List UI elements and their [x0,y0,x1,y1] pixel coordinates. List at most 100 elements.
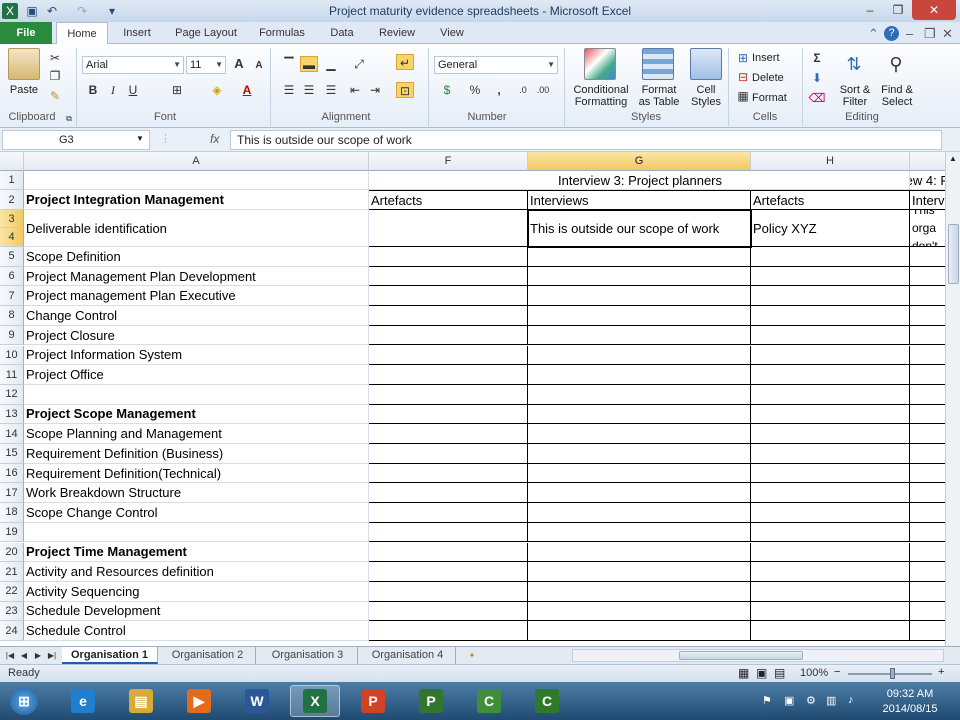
tab-formulas[interactable]: Formulas [252,22,312,44]
column-header-a[interactable]: A [24,152,369,171]
italic-button[interactable]: I [104,82,122,98]
cell[interactable] [751,503,910,523]
cell[interactable] [369,581,528,602]
cell[interactable] [528,266,751,287]
section-heading[interactable]: Project Scope Management [24,404,369,425]
column-header-g[interactable]: G [528,152,751,171]
row-header[interactable]: 18 [0,503,24,523]
cell[interactable] [528,483,751,504]
insert-sheet-icon[interactable]: ✦ [464,649,480,662]
cell[interactable] [528,247,751,267]
minimize-button[interactable]: ‒ [856,0,884,20]
cell[interactable] [910,523,945,543]
cell[interactable] [369,404,528,425]
paste-icon[interactable] [8,48,40,80]
tab-view[interactable]: View [432,22,472,44]
increase-indent-icon[interactable]: ⇥ [366,82,384,98]
number-format-select[interactable]: General ▼ [434,56,558,74]
sort-filter-button[interactable]: Sort & Filter [832,84,878,108]
cut-icon[interactable]: ✂ [46,50,64,66]
cell[interactable] [369,621,528,641]
vertical-scroll-thumb[interactable] [948,224,959,284]
cell[interactable] [751,424,910,444]
row-header[interactable]: 22 [0,581,24,602]
row-header[interactable]: 20 [0,542,24,563]
align-center-icon[interactable]: ☰ [300,82,318,98]
cell[interactable] [528,581,751,602]
column-header-h[interactable]: H [751,152,910,171]
tab-data[interactable]: Data [322,22,362,44]
cell[interactable] [528,306,751,326]
grow-font-icon[interactable]: A [230,56,248,72]
binoculars-icon[interactable]: ⚲ [882,48,910,80]
row-header[interactable]: 16 [0,463,24,484]
cell[interactable] [369,503,528,523]
process-name-cell[interactable]: Scope Definition [24,247,369,267]
cell[interactable] [910,405,945,425]
cell[interactable] [910,582,945,602]
decrease-decimal-icon[interactable]: .00 [534,82,552,98]
row-header[interactable]: 19 [0,522,24,543]
vertical-scrollbar[interactable]: ▲ [945,152,960,646]
cell-styles-button[interactable]: Cell Styles [684,84,728,108]
row-header[interactable]: 24 [0,621,24,641]
cell[interactable] [751,542,910,563]
cell[interactable] [369,542,528,563]
tray-icon[interactable]: ⚙ [806,694,816,707]
cell[interactable] [751,483,910,504]
cell[interactable] [369,266,528,287]
page-layout-view-icon[interactable]: ▣ [756,666,767,680]
row-header[interactable]: 17 [0,483,24,504]
orientation-icon[interactable]: ⤢ [350,56,368,72]
row-header[interactable]: 2 [0,190,24,210]
selected-cell-g3[interactable]: This is outside our scope of work [528,210,751,247]
cell[interactable] [751,404,910,425]
sheet-tab-organisation-3[interactable]: Organisation 3 [258,647,358,664]
row-header[interactable]: 12 [0,384,24,405]
cell[interactable] [528,562,751,582]
minimize-ribbon-icon[interactable]: ⌃ [868,26,879,42]
name-box[interactable]: G3 [2,130,150,150]
cell[interactable] [369,562,528,582]
sort-filter-icon[interactable]: ⇅ [840,48,868,80]
process-name-cell[interactable] [24,384,369,405]
prev-sheet-icon[interactable]: ◀ [18,649,30,662]
process-name-cell[interactable]: Change Control [24,306,369,326]
column-header-i[interactable] [910,152,945,171]
cell[interactable] [369,286,528,307]
cell[interactable] [751,463,910,484]
tab-insert[interactable]: Insert [112,22,162,44]
cell[interactable] [751,365,910,385]
taskbar-powerpoint[interactable]: P [348,685,398,717]
cell[interactable] [751,581,910,602]
fill-icon[interactable]: ⬇ [808,70,826,86]
tab-review[interactable]: Review [372,22,422,44]
workbook-close-icon[interactable]: ✕ [942,26,953,42]
cell[interactable] [751,247,910,267]
cell[interactable] [910,621,945,641]
row-header[interactable]: 11 [0,365,24,385]
chevron-down-icon[interactable]: ▼ [136,134,144,143]
row-header[interactable]: 23 [0,601,24,622]
increase-decimal-icon[interactable]: .0 [514,82,532,98]
process-name-cell[interactable]: Schedule Development [24,601,369,622]
cell[interactable] [528,325,751,346]
bold-button[interactable]: B [84,82,102,98]
clock-time[interactable]: 09:32 AM [870,688,950,700]
help-icon[interactable]: ? [884,26,899,41]
taskbar-camtasia-studio[interactable]: C [522,685,572,717]
cell[interactable] [369,424,528,444]
process-name-cell[interactable]: Work Breakdown Structure [24,483,369,504]
workbook-restore-icon[interactable]: ❐ [924,26,936,42]
process-name-cell[interactable] [24,522,369,543]
normal-view-icon[interactable]: ▦ [738,666,749,680]
cell[interactable] [910,602,945,622]
cell[interactable] [369,463,528,484]
process-name-cell[interactable]: Project Information System [24,345,369,366]
align-left-icon[interactable]: ☰ [280,82,298,98]
row-header[interactable]: 10 [0,345,24,366]
wrapped-cell[interactable]: This orga don't [910,210,945,247]
tray-icon[interactable]: ▣ [784,694,794,707]
process-name-cell[interactable]: Requirement Definition(Technical) [24,463,369,484]
taskbar-camtasia-recorder[interactable]: C [464,685,514,717]
